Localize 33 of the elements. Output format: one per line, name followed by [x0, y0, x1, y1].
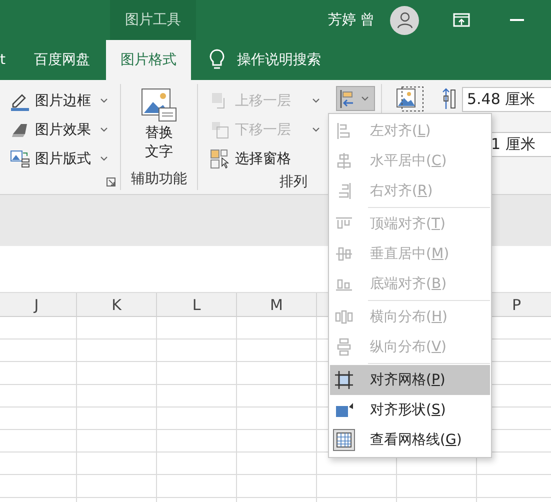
ribbon-tab[interactable]: 百度网盘: [18, 40, 106, 80]
menu-item[interactable]: 对齐形状(S): [330, 395, 490, 425]
lightbulb-icon[interactable]: [209, 49, 225, 71]
menu-item[interactable]: 查看网格线(G): [330, 425, 490, 455]
column-header[interactable]: J: [0, 293, 77, 316]
group-label: 排列: [278, 173, 308, 191]
picture-layout-icon: [10, 148, 30, 168]
group-label: 辅助功能: [131, 170, 187, 189]
ribbon-button[interactable]: 图片边框: [6, 86, 112, 115]
menu-item[interactable]: 对齐网格(P): [330, 365, 490, 395]
minimize-icon[interactable]: [510, 19, 524, 21]
alt-text-button[interactable]: 替换文字: [137, 84, 181, 168]
align-button[interactable]: [336, 86, 375, 111]
ribbon-button[interactable]: 图片版式: [6, 144, 112, 173]
tell-me-search[interactable]: 操作说明搜索: [237, 51, 321, 69]
height-field[interactable]: 5.48 厘米: [462, 86, 551, 112]
ribbon-button[interactable]: 选择窗格: [206, 144, 324, 173]
picture-icon: [141, 88, 177, 122]
send-backward-icon: [210, 120, 230, 140]
height-icon: [442, 88, 456, 110]
ribbon-button[interactable]: 图片效果: [6, 115, 112, 144]
ribbon-display-icon[interactable]: [453, 13, 470, 27]
column-header[interactable]: L: [157, 293, 237, 316]
caret-icon: [361, 96, 369, 101]
user-name: 芳婷 曾: [328, 11, 374, 29]
column-header[interactable]: M: [237, 293, 317, 316]
ribbon-tab[interactable]: t: [0, 40, 18, 80]
dialog-launcher-icon[interactable]: [106, 176, 116, 186]
selection-pane-icon: [210, 148, 230, 168]
column-header[interactable]: K: [77, 293, 157, 316]
avatar-icon[interactable]: [390, 6, 420, 34]
ribbon-tab[interactable]: 图片格式: [106, 40, 191, 80]
crop-picture-icon[interactable]: [396, 86, 424, 112]
